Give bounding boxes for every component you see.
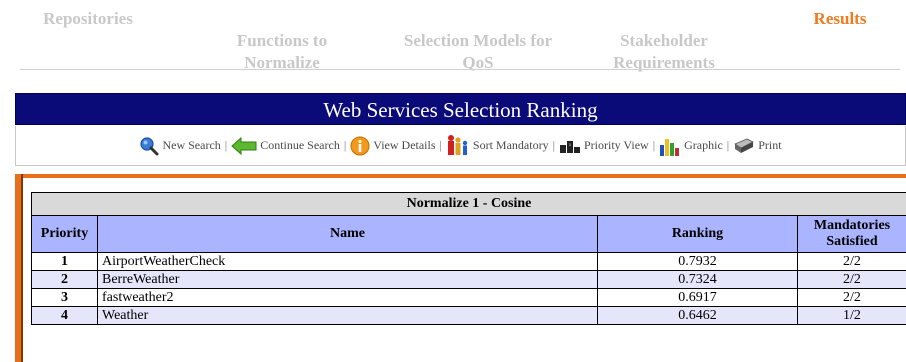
continue-search-button[interactable]: Continue Search [231,136,340,156]
cell-name: Weather [97,306,598,325]
cell-mandatories: 1/2 [797,306,906,325]
section-side-accent [15,174,23,362]
cell-mandatories: 2/2 [797,270,906,289]
table-row[interactable]: 2 BerreWeather 0.7324 2/2 [31,270,906,289]
cell-priority: 4 [31,306,98,325]
nav-item-stakeholder-requirements[interactable]: Stakeholder Requirements [594,8,734,74]
ranking-panel: Web Services Selection Ranking New Searc… [15,93,906,362]
cell-ranking: 0.6917 [597,288,798,307]
cell-name: AirportWeatherCheck [97,252,598,271]
sort-mandatory-button[interactable]: Sort Mandatory [446,134,549,158]
toolbar-separator: | [652,138,656,152]
table-caption-row: Normalize 1 - Cosine [31,192,906,216]
print-button[interactable]: Print [733,136,782,156]
green-arrow-icon [231,136,257,155]
new-search-button[interactable]: New Search [139,136,221,156]
header-ranking[interactable]: Ranking [597,215,798,253]
cell-ranking: 0.7324 [597,270,798,289]
cell-ranking: 0.7932 [597,252,798,271]
header-mandatories[interactable]: Mandatories Satisfied [797,215,906,253]
cell-priority: 2 [31,270,98,289]
magnifier-icon [140,136,159,155]
info-icon [350,136,370,155]
cell-name: BerreWeather [97,270,598,289]
cell-mandatories: 2/2 [797,288,906,307]
cell-name: fastweather2 [97,288,598,307]
header-name[interactable]: Name [97,215,598,253]
nav-item-results[interactable]: Results [790,8,890,30]
toolbar-separator: | [343,138,347,152]
graphic-button[interactable]: Graphic [659,135,723,157]
section-accent-bar [15,174,906,178]
people-icon [447,134,468,155]
table-header-row: Priority Name Ranking Mandatories Satisf… [31,215,906,253]
podium-icon: 1 [559,140,580,153]
cell-mandatories: 2/2 [797,252,906,271]
header-priority[interactable]: Priority [31,215,98,253]
printer-icon [734,138,755,153]
panel-title: Web Services Selection Ranking [15,93,906,125]
nav-item-functions-to-normalize[interactable]: Functions to Normalize [212,8,352,74]
toolbar: New Search | Continue Search | View Deta… [15,126,906,166]
nav-divider [20,69,900,70]
cell-ranking: 0.6462 [597,306,798,325]
nav-item-repositories[interactable]: Repositories [28,8,148,30]
toolbar-separator: | [552,138,555,152]
table-row[interactable]: 3 fastweather2 0.6917 2/2 [31,288,906,307]
table-caption: Normalize 1 - Cosine [31,192,906,216]
toolbar-separator: | [224,138,228,152]
priority-view-button[interactable]: 1 Priority View [559,136,649,156]
table-row[interactable]: 1 AirportWeatherCheck 0.7932 2/2 [31,252,906,271]
cell-priority: 3 [31,288,98,307]
cell-priority: 1 [31,252,98,271]
table-row[interactable]: 4 Weather 0.6462 1/2 [31,306,906,325]
view-details-button[interactable]: View Details [350,136,436,156]
bar-chart-icon [660,138,680,156]
ranking-table: Normalize 1 - Cosine Priority Name Ranki… [31,192,906,325]
nav-item-selection-models[interactable]: Selection Models for QoS [378,8,578,74]
toolbar-separator: | [439,138,442,152]
toolbar-separator: | [726,138,730,152]
wizard-nav: Repositories Functions to Normalize Sele… [0,0,906,72]
